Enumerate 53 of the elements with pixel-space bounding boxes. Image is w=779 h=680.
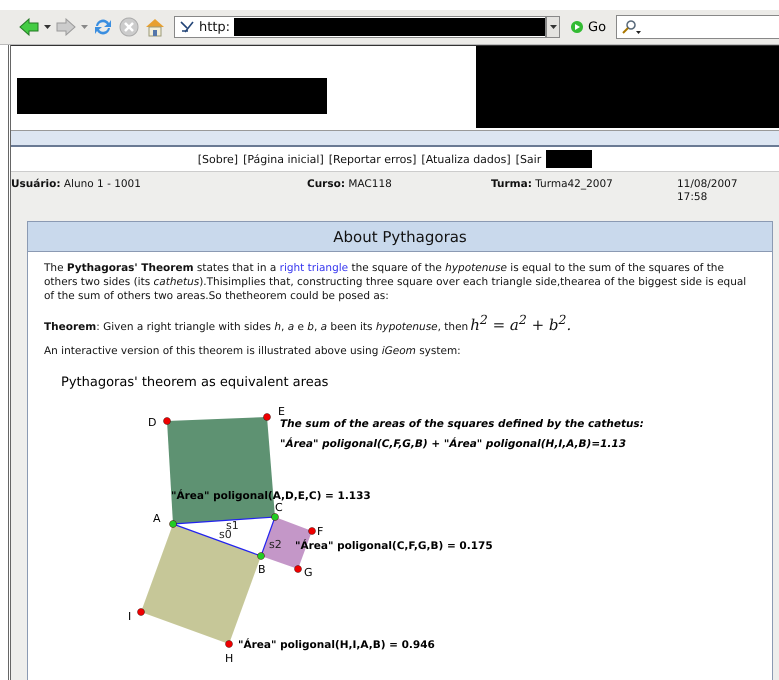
point-label: F xyxy=(317,525,324,538)
info-field: Curso: MAC118 xyxy=(307,178,491,221)
applet-title: Pythagoras' theorem as equivalent areas xyxy=(61,375,328,390)
paragraph: The Pythagoras' Theorem states that in a right triangle the square of the hypotenuse is equal to the sum of the squares of the others two sides (its cathetus).Thisimplies that, constructing three square over each triangle side,thearea of the biggest side is equal of the sum of others two areas.So thetheorem could be posed as: xyxy=(44,261,748,303)
go-button[interactable]: Go xyxy=(564,20,612,34)
site-icon xyxy=(179,19,195,35)
time-text: 17:58 xyxy=(677,191,708,204)
search-field[interactable] xyxy=(616,15,779,39)
play-icon xyxy=(570,20,584,34)
point-marker[interactable] xyxy=(308,527,316,535)
home-icon[interactable] xyxy=(144,16,166,38)
point-marker[interactable] xyxy=(257,552,265,560)
search-icon xyxy=(621,19,644,35)
info-field: Usuário: Aluno 1 - 1001 xyxy=(11,178,307,221)
point-label: H xyxy=(225,652,234,665)
back-icon[interactable] xyxy=(18,16,40,38)
info-field: Turma: Turma42_2007 xyxy=(491,178,677,221)
point-marker[interactable] xyxy=(294,565,302,573)
area-label: "Área" poligonal(H,I,A,B) = 0.946 xyxy=(238,639,435,651)
panel-title: About Pythagoras xyxy=(28,222,772,252)
point-label: C xyxy=(275,501,283,514)
nav-link[interactable]: [Página inicial] xyxy=(243,152,324,166)
point-marker[interactable] xyxy=(163,417,171,425)
dropdown-icon[interactable] xyxy=(44,25,51,29)
redacted-block xyxy=(546,150,592,168)
nav-link[interactable]: [Sair xyxy=(516,152,542,166)
point-label: E xyxy=(278,405,285,418)
point-marker[interactable] xyxy=(169,520,177,528)
area-label: "Área" poligonal(C,F,G,B) = 0.175 xyxy=(295,540,493,552)
dropdown-button[interactable] xyxy=(546,16,560,38)
caption-text: "Área" poligonal(C,F,G,B) + "Área" poligonal(H,I,A,B)=1.13 xyxy=(280,438,626,450)
point-label: I xyxy=(128,610,132,623)
paragraph: An interactive version of this theorem is illustrated above using iGeom system: xyxy=(44,344,462,358)
math-formula: h$^{2}$ = a$^{2}$ + b$^{2}$. xyxy=(470,313,572,332)
point-marker[interactable] xyxy=(263,413,271,421)
nav-link[interactable]: [Sobre] xyxy=(198,152,238,166)
theorem-text: Theorem: Given a right triangle with sides h, a e b, a been its hypotenuse, then xyxy=(44,320,468,334)
point-label: D xyxy=(148,416,156,429)
nav-link[interactable]: [Reportar erros] xyxy=(328,152,416,166)
segment-label: s0 xyxy=(219,528,232,541)
date-text: 11/08/2007 xyxy=(677,178,738,191)
address-field[interactable]: http: xyxy=(174,16,546,38)
point-marker[interactable] xyxy=(225,640,233,648)
point-marker[interactable] xyxy=(271,513,279,521)
point-label: B xyxy=(258,563,266,576)
caret-icon xyxy=(550,25,556,29)
segment-label: s2 xyxy=(269,538,282,551)
caption-text: The sum of the areas of the squares defined by the cathetus: xyxy=(280,418,644,430)
point-label: A xyxy=(153,512,161,525)
link[interactable]: right triangle xyxy=(280,262,348,274)
point-label: G xyxy=(304,566,313,579)
point-marker[interactable] xyxy=(137,608,145,616)
nav-link[interactable]: [Atualiza dados] xyxy=(421,152,511,166)
